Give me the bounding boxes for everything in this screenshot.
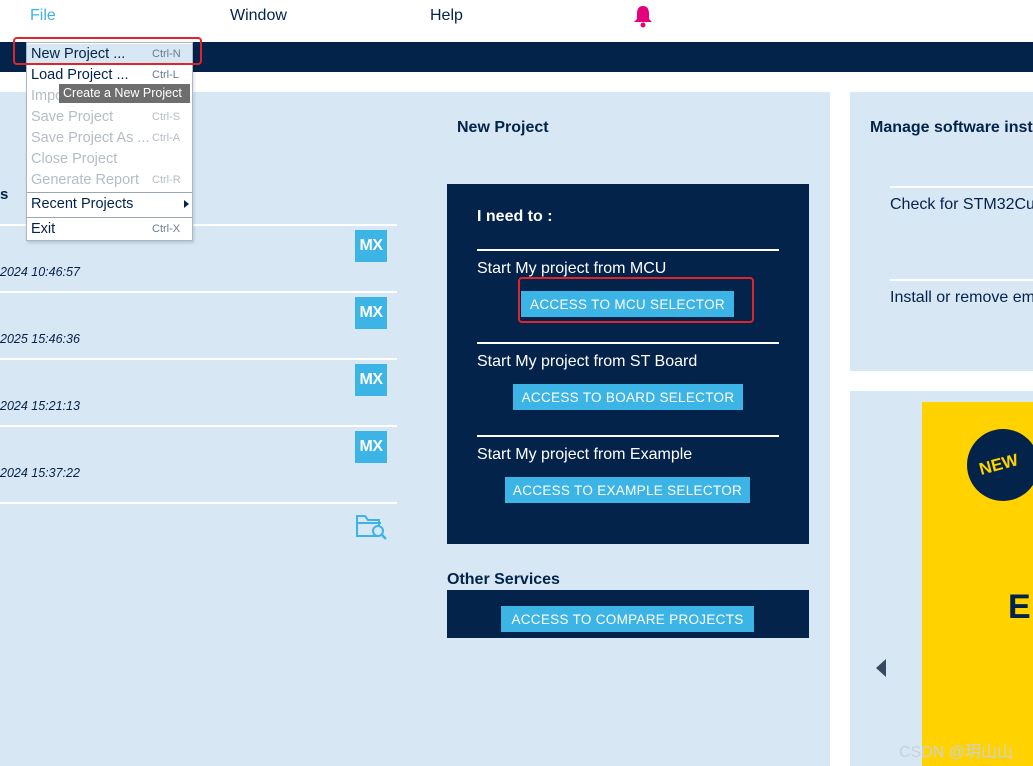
menu-item-recent-projects[interactable]: Recent Projects — [27, 194, 192, 215]
start-from-mcu-label: Start My project from MCU — [477, 260, 667, 277]
menu-file[interactable]: File — [30, 7, 56, 25]
mx-project-icon[interactable]: MX — [355, 230, 387, 262]
recent-project-date: 2025 15:46:36 — [0, 332, 80, 346]
menu-item-shortcut: Ctrl-S — [152, 111, 181, 123]
menu-item-shortcut: Ctrl-A — [152, 132, 181, 144]
divider — [890, 279, 1033, 281]
menu-item-label: Save Project As ... — [31, 130, 150, 146]
divider — [477, 342, 779, 344]
recent-projects-heading: s — [0, 186, 9, 203]
menu-separator — [27, 217, 192, 218]
manage-software-title: Manage software inst — [870, 119, 1033, 136]
recent-project-date: 2024 15:21:13 — [0, 399, 80, 413]
new-badge-label: NEW — [977, 450, 1021, 479]
divider — [0, 502, 397, 504]
highlight-annotation — [13, 37, 202, 65]
divider — [0, 425, 397, 427]
divider — [477, 249, 779, 251]
bell-icon[interactable] — [632, 4, 654, 28]
menu-item-load-project[interactable]: Load Project ... Ctrl-L — [27, 65, 192, 86]
menu-item-save-project-as: Save Project As ... Ctrl-A — [27, 128, 192, 149]
divider — [890, 186, 1033, 188]
start-from-board-label: Start My project from ST Board — [477, 353, 698, 370]
file-dropdown-menu: New Project ... Ctrl-N Load Project ... … — [26, 42, 193, 241]
new-project-tooltip: Create a New Project — [59, 84, 190, 103]
access-board-selector-button[interactable]: ACCESS TO BOARD SELECTOR — [513, 384, 743, 410]
other-services-title: Other Services — [447, 571, 560, 588]
new-project-title: New Project — [457, 119, 549, 136]
menu-item-save-project: Save Project Ctrl-S — [27, 107, 192, 128]
recent-project-date: 2024 15:37:22 — [0, 466, 80, 480]
menu-item-label: Save Project — [31, 109, 114, 125]
menu-item-label: Generate Report — [31, 172, 140, 188]
mx-project-icon[interactable]: MX — [355, 431, 387, 463]
install-remove-link[interactable]: Install or remove em — [890, 289, 1033, 307]
folder-search-icon[interactable] — [355, 510, 389, 540]
chevron-right-icon — [184, 200, 189, 208]
menu-item-label: Exit — [31, 221, 56, 237]
start-from-example-label: Start My project from Example — [477, 446, 693, 463]
menu-item-shortcut: Ctrl-R — [152, 174, 181, 186]
menu-item-label: Close Project — [31, 151, 118, 167]
promo-banner[interactable]: NEW E — [922, 402, 1033, 766]
menu-item-label: Recent Projects — [31, 196, 134, 212]
menu-item-shortcut: Ctrl-L — [152, 69, 179, 81]
access-example-selector-button[interactable]: ACCESS TO EXAMPLE SELECTOR — [505, 477, 750, 503]
divider — [0, 358, 397, 360]
menu-item-exit[interactable]: Exit Ctrl-X — [27, 219, 192, 240]
promo-text: E — [1008, 588, 1031, 626]
check-updates-link[interactable]: Check for STM32Cu — [890, 196, 1033, 214]
watermark: CSDN @玥山山 — [899, 744, 1014, 761]
divider — [477, 435, 779, 437]
menu-separator — [27, 192, 192, 193]
recent-project-date: 2024 10:46:57 — [0, 265, 80, 279]
carousel-prev-icon[interactable] — [876, 659, 886, 677]
menu-item-close-project: Close Project — [27, 149, 192, 170]
new-badge: NEW — [967, 429, 1033, 501]
menu-window[interactable]: Window — [230, 7, 287, 25]
menu-item-generate-report: Generate Report Ctrl-R — [27, 170, 192, 191]
access-compare-projects-button[interactable]: ACCESS TO COMPARE PROJECTS — [501, 606, 754, 632]
menu-item-shortcut: Ctrl-X — [152, 223, 181, 235]
menu-bar: File Window Help — [0, 0, 1033, 42]
menu-item-label: Load Project ... — [31, 67, 129, 83]
highlight-annotation — [518, 277, 754, 323]
mx-project-icon[interactable]: MX — [355, 364, 387, 396]
mx-project-icon[interactable]: MX — [355, 297, 387, 329]
divider — [0, 291, 397, 293]
menu-help[interactable]: Help — [430, 7, 463, 25]
need-to-label: I need to : — [477, 208, 553, 225]
